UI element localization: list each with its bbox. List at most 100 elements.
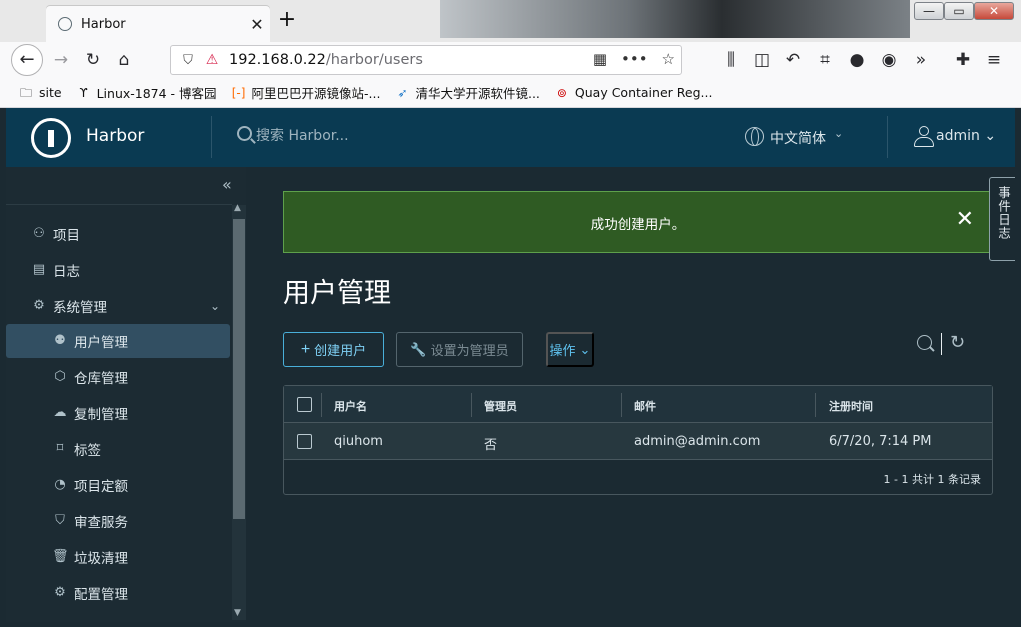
window-close-button[interactable]: ✕ <box>974 2 1014 20</box>
tsinghua-icon: ➶ <box>397 85 408 100</box>
sidebar-item-logs[interactable]: ▤ 日志 <box>6 253 230 287</box>
app-header: Harbor 中文简体 ⌄ admin ⌄ <box>6 108 1015 167</box>
gear-icon: ⚙ <box>54 585 66 600</box>
sidebar-item-scanners[interactable]: ⛉ 审查服务 <box>6 504 230 538</box>
actions-dropdown[interactable]: 操作 ⌄ <box>546 332 594 367</box>
language-selector[interactable]: 中文简体 <box>770 128 826 148</box>
addons-icon[interactable]: ✚ <box>950 48 976 72</box>
bookmark-tsinghua[interactable]: ➶ 清华大学开源软件镜... <box>394 83 539 102</box>
replication-icon: ☁ <box>53 405 67 420</box>
sidebar-item-label: 仓库管理 <box>74 371 128 387</box>
column-header-admin[interactable]: 管理员 <box>484 398 517 414</box>
user-icon[interactable] <box>914 126 934 148</box>
bookmark-quay[interactable]: ⊚ Quay Container Reg... <box>554 85 713 100</box>
bookmark-site[interactable]: 🗀 site <box>18 85 62 100</box>
column-separator[interactable] <box>815 393 816 417</box>
minimize-button[interactable]: — <box>914 2 944 20</box>
sidebar-scrollbar[interactable]: ▲ ▼ <box>232 203 246 620</box>
column-separator <box>321 393 322 417</box>
qr-code-icon[interactable]: ▦ <box>593 50 607 68</box>
sidebar-item-gc[interactable]: 🗑 垃圾清理 <box>6 540 230 574</box>
screenshot-icon[interactable]: ⌗ <box>812 48 838 72</box>
browser-tab-harbor[interactable]: Harbor ✕ <box>46 6 270 42</box>
sidebar-item-registries[interactable]: ⬡ 仓库管理 <box>6 360 230 394</box>
sidebar-item-projects[interactable]: ⚇ 项目 <box>6 217 230 251</box>
sidebar-item-users[interactable]: ⚉ 用户管理 <box>6 324 230 358</box>
column-header-registered[interactable]: 注册时间 <box>829 398 873 414</box>
sidebar-item-label: 垃圾清理 <box>74 551 128 567</box>
select-all-checkbox[interactable] <box>297 397 312 412</box>
main-content: 成功创建用户。 ✕ 事件日志 用户管理 + 创建用户 🔧 设置为管理员 操作 ⌄… <box>246 167 1015 622</box>
sidebar-item-label: 审查服务 <box>74 515 128 531</box>
table-header: 用户名 管理员 邮件 注册时间 <box>284 386 992 423</box>
column-separator[interactable] <box>471 393 472 417</box>
new-tab-button[interactable]: + <box>276 9 298 33</box>
sidebar-toggle-icon[interactable]: ◫ <box>749 48 775 72</box>
projects-icon: ⚇ <box>33 226 45 241</box>
set-admin-button[interactable]: 🔧 设置为管理员 <box>396 332 523 367</box>
sidebar-item-label: 配置管理 <box>74 587 128 603</box>
shield-icon[interactable]: ⛉ <box>175 53 201 68</box>
scrollbar-thumb[interactable] <box>233 219 245 519</box>
url-bar[interactable]: ⛉ ⚠ 192.168.0.22/harbor/users ▦ ••• ☆ <box>170 45 682 75</box>
users-table: 用户名 管理员 邮件 注册时间 qiuhom 否 admin@admin.com… <box>283 385 993 495</box>
app-name[interactable]: Harbor <box>86 126 144 146</box>
bookmark-cnblogs[interactable]: ϒ Linux-1874 - 博客园 <box>76 83 216 102</box>
create-user-button[interactable]: + 创建用户 <box>283 332 384 367</box>
sidebar-item-label: 复制管理 <box>74 407 128 423</box>
harbor-logo-icon[interactable] <box>31 118 71 158</box>
search-icon[interactable] <box>917 335 932 350</box>
undo-arrow-icon[interactable]: ↶ <box>780 48 806 72</box>
bookmarks-bar: 🗀 site ϒ Linux-1874 - 博客园 [-] 阿里巴巴开源镜像站-...… <box>0 78 1021 108</box>
sidebar-item-replication[interactable]: ☁ 复制管理 <box>6 396 230 430</box>
chevron-down-icon[interactable]: ⌄ <box>210 299 220 313</box>
event-log-tab[interactable]: 事件日志 <box>989 177 1015 261</box>
user-menu[interactable]: admin ⌄ <box>936 128 996 144</box>
collapse-sidebar-icon[interactable]: « <box>222 175 232 194</box>
maximize-button[interactable]: ▭ <box>944 2 974 20</box>
url-text[interactable]: 192.168.0.22/harbor/users <box>229 52 423 68</box>
browser-tab-strip: Harbor ✕ + — ▭ ✕ <box>0 0 1021 42</box>
global-search-input[interactable] <box>256 125 456 147</box>
bookmark-star-icon[interactable]: ☆ <box>662 50 675 68</box>
scroll-up-icon[interactable]: ▲ <box>234 203 241 213</box>
account-icon[interactable]: ◉ <box>876 48 902 72</box>
tab-close-icon[interactable]: ✕ <box>244 15 270 34</box>
event-log-label: 事件日志 <box>996 186 1011 240</box>
sidebar-item-quotas[interactable]: ◔ 项目定额 <box>6 468 230 502</box>
scroll-down-icon[interactable]: ▼ <box>234 608 241 618</box>
row-checkbox[interactable] <box>297 434 312 449</box>
bookmark-aliyun[interactable]: [-] 阿里巴巴开源镜像站-... <box>231 83 381 102</box>
search-input-cursor[interactable] <box>941 333 942 355</box>
column-header-username[interactable]: 用户名 <box>334 398 367 414</box>
chevron-down-icon[interactable]: ⌄ <box>834 127 843 140</box>
back-button[interactable]: ← <box>11 44 43 76</box>
sidebar-item-configuration[interactable]: ⚙ 配置管理 <box>6 576 230 610</box>
bookmark-label: 阿里巴巴开源镜像站-... <box>251 86 381 101</box>
hamburger-menu-icon[interactable]: ≡ <box>981 48 1007 72</box>
globe-icon[interactable] <box>745 127 764 146</box>
cell-admin: 否 <box>484 438 498 453</box>
home-button[interactable]: ⌂ <box>111 48 137 72</box>
extension-icon[interactable]: ● <box>844 48 870 72</box>
url-path: /harbor/users <box>325 52 423 68</box>
overflow-menu-icon[interactable]: » <box>908 48 934 72</box>
sidebar-item-labels[interactable]: ⌑ 标签 <box>6 432 230 466</box>
library-icon[interactable]: ⫼ <box>718 48 744 72</box>
table-row[interactable]: qiuhom 否 admin@admin.com 6/7/20, 7:14 PM <box>284 423 992 460</box>
column-header-email[interactable]: 邮件 <box>634 398 656 414</box>
sidebar: « ⚇ 项目 ▤ 日志 ⚙ 系统管理 ⌄ ⚉ 用户管理 ⬡ 仓库管理 ☁ 复制管… <box>6 167 246 622</box>
close-icon[interactable]: ✕ <box>956 207 974 232</box>
reload-button[interactable]: ↻ <box>80 48 106 72</box>
alert-message: 成功创建用户。 <box>590 217 686 233</box>
forward-button[interactable]: → <box>48 48 74 72</box>
bookmark-label: Quay Container Reg... <box>574 85 713 100</box>
button-label: 操作 <box>549 343 576 358</box>
sidebar-item-system-admin[interactable]: ⚙ 系统管理 ⌄ <box>6 289 230 323</box>
sidebar-item-label: 日志 <box>53 264 80 280</box>
wrench-icon: 🔧 <box>410 341 427 357</box>
column-separator[interactable] <box>621 393 622 417</box>
page-actions-icon[interactable]: ••• <box>621 50 648 68</box>
insecure-lock-icon[interactable]: ⚠ <box>201 52 223 68</box>
refresh-icon[interactable]: ↻ <box>950 332 965 353</box>
